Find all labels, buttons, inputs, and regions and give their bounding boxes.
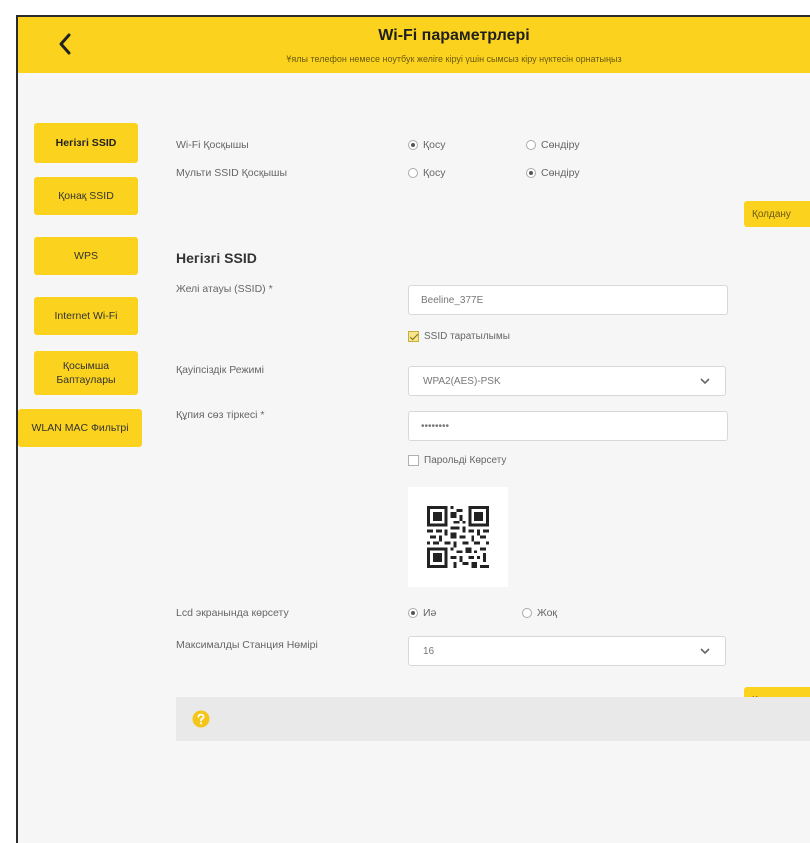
security-mode-value: WPA2(AES)-PSK bbox=[423, 375, 501, 387]
max-stations-select[interactable]: 16 bbox=[408, 636, 726, 666]
info-bar bbox=[176, 697, 810, 741]
lcd-display-label: Lcd экранында көрсету bbox=[176, 607, 289, 619]
lcd-no-radio[interactable] bbox=[522, 608, 532, 618]
show-password-checkbox[interactable] bbox=[408, 455, 419, 466]
sidebar-item-advanced[interactable]: Қосымша Баптаулары bbox=[34, 351, 138, 395]
chevron-down-icon bbox=[699, 375, 711, 387]
sidebar-item-wps[interactable]: WPS bbox=[34, 237, 138, 275]
qr-code bbox=[408, 487, 508, 587]
sidebar-item-internet-wifi[interactable]: Internet Wi-Fi bbox=[34, 297, 138, 335]
ssid-label: Желі атауы (SSID) * bbox=[176, 283, 273, 295]
security-mode-select[interactable]: WPA2(AES)-PSK bbox=[408, 366, 726, 396]
security-mode-label: Қауіпсіздік Режимі bbox=[176, 364, 264, 376]
wifi-on-label: Қосу bbox=[423, 139, 446, 151]
max-stations-label: Максималды Станция Нөмірі bbox=[176, 639, 318, 651]
show-password-option[interactable]: Парольді Көрсету bbox=[408, 455, 506, 466]
page-header: Wi-Fi параметрлері Ұялы телефон немесе н… bbox=[18, 17, 810, 73]
sidebar-item-wlan-mac-filter[interactable]: WLAN MAC Фильтрі bbox=[18, 409, 142, 447]
show-password-label: Парольді Көрсету bbox=[424, 455, 507, 466]
ssid-broadcast-checkbox[interactable] bbox=[408, 331, 419, 342]
multi-ssid-off-radio[interactable] bbox=[526, 168, 536, 178]
multi-ssid-on-label: Қосу bbox=[423, 167, 446, 179]
page-subtitle: Ұялы телефон немесе ноутбук желіге кіруі… bbox=[286, 54, 622, 64]
ssid-broadcast-option[interactable]: SSID таратылымы bbox=[408, 331, 510, 342]
lcd-yes-radio[interactable] bbox=[408, 608, 418, 618]
chevron-down-icon bbox=[699, 645, 711, 657]
wifi-switch-on-option[interactable]: Қосу bbox=[408, 139, 445, 151]
qr-code-icon bbox=[427, 506, 489, 568]
question-circle-icon[interactable] bbox=[192, 710, 210, 728]
lcd-yes-option[interactable]: Иә bbox=[408, 607, 436, 619]
password-input[interactable]: •••••••• bbox=[408, 411, 728, 441]
multi-ssid-on-radio[interactable] bbox=[408, 168, 418, 178]
app-frame: Wi-Fi параметрлері Ұялы телефон немесе н… bbox=[16, 15, 810, 843]
multi-ssid-on-option[interactable]: Қосу bbox=[408, 167, 445, 179]
wifi-switch-off-option[interactable]: Сөндіру bbox=[526, 139, 580, 151]
wifi-on-radio[interactable] bbox=[408, 140, 418, 150]
sidebar-item-guest-ssid[interactable]: Қонақ SSID bbox=[34, 177, 138, 215]
wifi-switch-label: Wi-Fi Қосқышы bbox=[176, 139, 249, 151]
multi-ssid-off-option[interactable]: Сөндіру bbox=[526, 167, 580, 179]
wifi-off-label: Сөндіру bbox=[541, 139, 580, 151]
sidebar-item-main-ssid[interactable]: Негізгі SSID bbox=[34, 123, 138, 163]
multi-ssid-off-label: Сөндіру bbox=[541, 167, 580, 179]
lcd-no-option[interactable]: Жоқ bbox=[522, 607, 557, 619]
ssid-input[interactable]: Beeline_377E bbox=[408, 285, 728, 315]
main-content: Негізгі SSID Қонақ SSID WPS Internet Wi-… bbox=[18, 73, 810, 843]
page-title: Wi-Fi параметрлері bbox=[378, 27, 530, 44]
apply-button-top[interactable]: Қолдану bbox=[744, 201, 810, 227]
wifi-off-radio[interactable] bbox=[526, 140, 536, 150]
section-title: Негізгі SSID bbox=[176, 250, 257, 266]
lcd-yes-label: Иә bbox=[423, 607, 437, 619]
max-stations-value: 16 bbox=[423, 645, 435, 657]
ssid-broadcast-label: SSID таратылымы bbox=[424, 331, 510, 342]
password-label: Құпия сөз тіркесі * bbox=[176, 409, 265, 421]
lcd-no-label: Жоқ bbox=[537, 607, 558, 619]
multi-ssid-label: Мульти SSID Қосқышы bbox=[176, 167, 287, 179]
